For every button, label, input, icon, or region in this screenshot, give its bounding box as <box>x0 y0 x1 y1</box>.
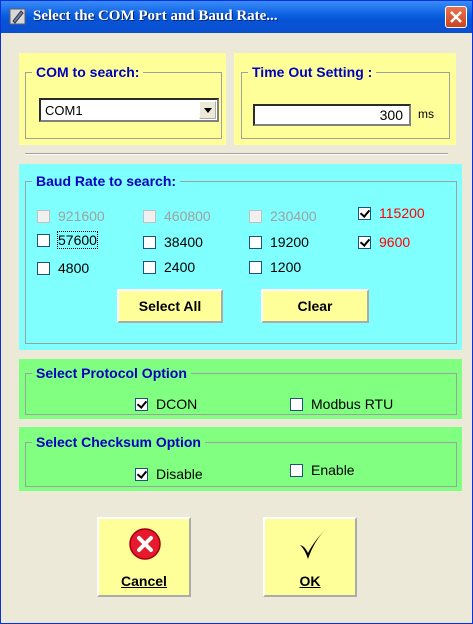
checkbox-box[interactable] <box>37 261 50 275</box>
checkbox-box[interactable] <box>143 260 156 274</box>
baud-checkbox-9600[interactable]: 9600 <box>358 234 410 250</box>
checkbox-box[interactable] <box>290 397 303 411</box>
com-port-select[interactable]: COM1 <box>39 98 219 122</box>
timeout-input[interactable]: 300 <box>253 104 411 126</box>
checkbox-box[interactable] <box>249 209 262 223</box>
checkbox-box[interactable] <box>249 260 262 274</box>
window-title: Select the COM Port and Baud Rate... <box>33 8 278 24</box>
baud-checkbox-57600[interactable]: 57600 <box>37 231 98 249</box>
baud-label: 460800 <box>164 208 211 224</box>
com-legend: COM to search: <box>32 64 144 80</box>
protocol-modbus-checkbox[interactable]: Modbus RTU <box>290 396 393 412</box>
checkbox-box[interactable] <box>358 235 371 249</box>
ok-label: OK <box>299 573 321 589</box>
cancel-button[interactable]: Cancel <box>97 517 191 597</box>
select-all-button[interactable]: Select All <box>117 289 223 323</box>
baud-checkbox-4800[interactable]: 4800 <box>37 260 89 276</box>
ok-button[interactable]: OK <box>263 517 357 597</box>
cancel-x-icon <box>129 528 161 560</box>
checkbox-box[interactable] <box>143 209 156 223</box>
protocol-dcon-checkbox[interactable]: DCON <box>135 396 197 412</box>
checksum-enable-checkbox[interactable]: Enable <box>290 462 355 478</box>
baud-label: 230400 <box>270 208 317 224</box>
baud-label: 4800 <box>58 260 90 276</box>
checksum-group: Select Checksum Option <box>25 434 457 487</box>
pen-icon <box>9 8 26 25</box>
checkbox-box[interactable] <box>143 235 156 249</box>
checkbox-box[interactable] <box>135 467 148 481</box>
baud-label: 1200 <box>270 259 302 275</box>
checksum-disable-checkbox[interactable]: Disable <box>135 466 203 482</box>
baud-legend: Baud Rate to search: <box>32 173 181 189</box>
timeout-unit: ms <box>418 107 434 121</box>
checkbox-box[interactable] <box>37 233 50 247</box>
baud-checkbox-1200[interactable]: 1200 <box>249 259 301 275</box>
close-icon <box>450 11 462 23</box>
baud-label: 115200 <box>379 205 425 221</box>
checkbox-box[interactable] <box>358 206 371 220</box>
baud-checkbox-230400[interactable]: 230400 <box>249 208 317 224</box>
baud-label: 57600 <box>57 231 98 249</box>
dialog-window: Select the COM Port and Baud Rate... COM… <box>0 0 473 624</box>
baud-label: 19200 <box>270 234 309 250</box>
baud-label: 921600 <box>58 208 105 224</box>
checkbox-box[interactable] <box>249 235 262 249</box>
baud-label: 2400 <box>164 259 196 275</box>
modbus-label: Modbus RTU <box>311 396 394 412</box>
chevron-down-icon[interactable] <box>199 101 216 119</box>
baud-checkbox-2400[interactable]: 2400 <box>143 259 195 275</box>
checkmark-icon <box>300 529 326 559</box>
divider <box>25 153 448 155</box>
cancel-label: Cancel <box>121 573 167 589</box>
baud-checkbox-460800[interactable]: 460800 <box>143 208 211 224</box>
checkbox-box[interactable] <box>290 463 303 477</box>
select-all-label: Select All <box>138 298 202 314</box>
baud-checkbox-38400[interactable]: 38400 <box>143 234 203 250</box>
title-bar[interactable]: Select the COM Port and Baud Rate... <box>1 1 472 33</box>
baud-label: 9600 <box>379 234 411 250</box>
checksum-legend: Select Checksum Option <box>32 434 205 450</box>
protocol-legend: Select Protocol Option <box>32 365 191 381</box>
com-port-value: COM1 <box>45 103 83 118</box>
baud-checkbox-115200[interactable]: 115200 <box>358 205 425 221</box>
clear-button[interactable]: Clear <box>261 289 369 323</box>
baud-checkbox-921600[interactable]: 921600 <box>37 208 105 224</box>
baud-checkbox-19200[interactable]: 19200 <box>249 234 309 250</box>
baud-label: 38400 <box>164 234 203 250</box>
checkbox-box[interactable] <box>135 397 148 411</box>
checkbox-box[interactable] <box>37 209 50 223</box>
disable-label: Disable <box>156 466 203 482</box>
close-button[interactable] <box>445 6 467 28</box>
timeout-legend: Time Out Setting : <box>248 64 377 80</box>
clear-label: Clear <box>297 298 333 314</box>
dcon-label: DCON <box>156 396 198 412</box>
enable-label: Enable <box>311 462 355 478</box>
